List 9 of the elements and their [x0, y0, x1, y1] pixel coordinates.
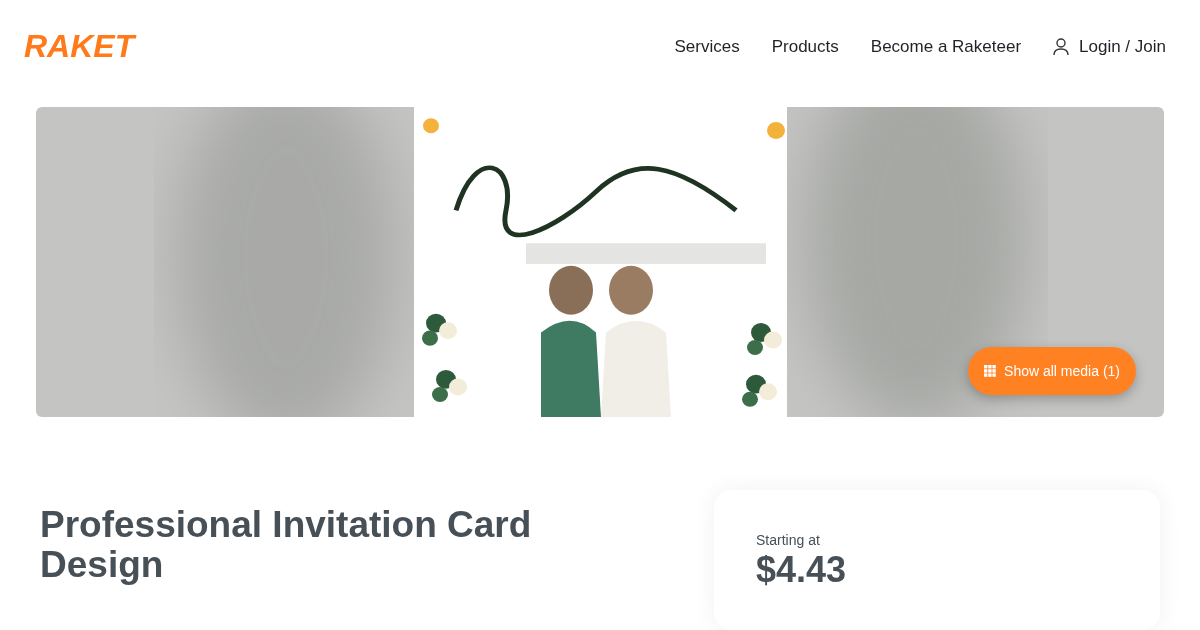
listing-title: Professional Invitation Card Design	[40, 505, 533, 587]
nav-link[interactable]: Services	[674, 36, 740, 57]
grid-icon	[984, 365, 997, 377]
price: $4.43	[756, 548, 847, 592]
nav-link[interactable]: Become a Raketeer	[870, 36, 1022, 57]
login-link[interactable]: Login / Join	[1053, 36, 1166, 57]
nav-link[interactable]: Products	[771, 36, 839, 57]
user-icon	[1053, 37, 1070, 56]
price-label: Starting at	[756, 532, 820, 548]
